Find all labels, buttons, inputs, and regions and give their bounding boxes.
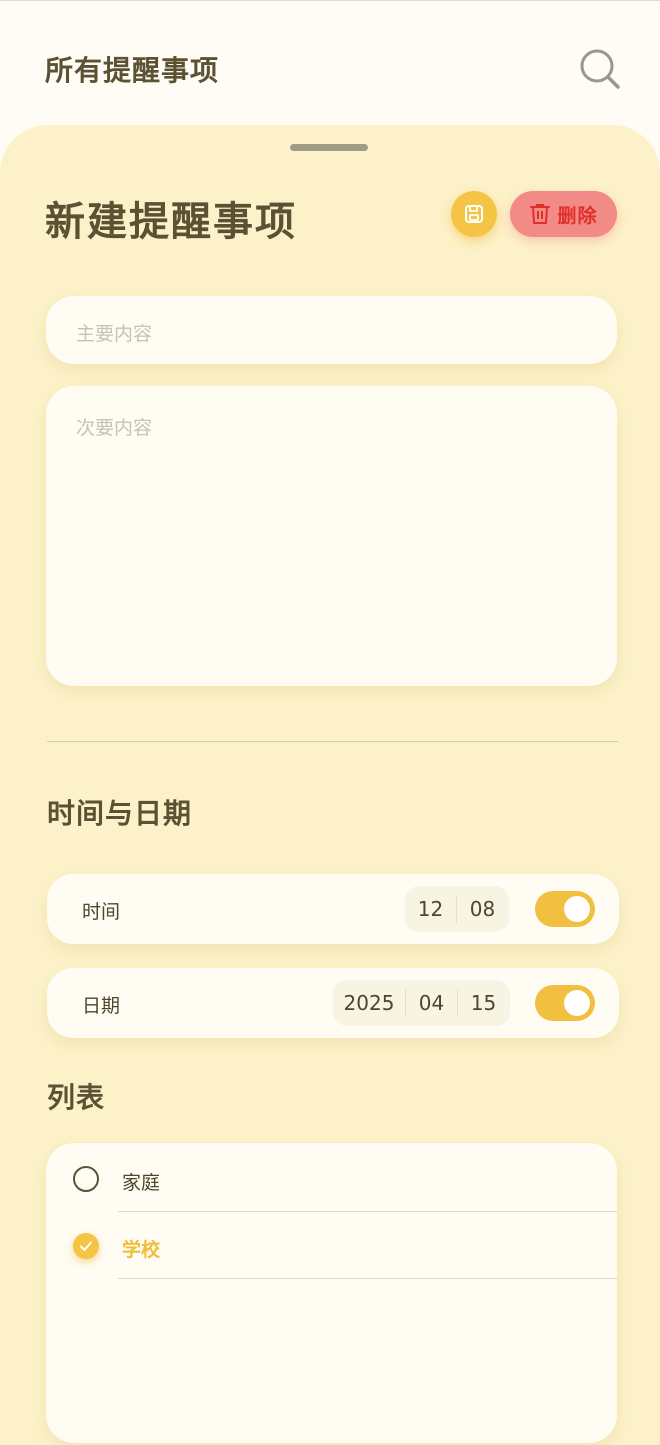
delete-button[interactable]: 删除 — [510, 191, 617, 237]
month-value[interactable]: 04 — [406, 991, 457, 1015]
secondary-content-placeholder: 次要内容 — [76, 417, 153, 439]
time-toggle[interactable] — [535, 891, 595, 927]
main-content-input[interactable]: 主要内容 — [46, 296, 617, 364]
hour-value[interactable]: 12 — [405, 897, 456, 921]
save-icon — [465, 205, 483, 223]
time-row: 时间 12 08 — [47, 874, 619, 944]
divider — [118, 1278, 617, 1279]
time-label: 时间 — [82, 901, 121, 923]
day-value[interactable]: 15 — [458, 991, 509, 1015]
date-label: 日期 — [82, 995, 121, 1017]
year-value[interactable]: 2025 — [333, 991, 405, 1015]
sheet-title: 新建提醒事项 — [45, 199, 297, 245]
list-section-title: 列表 — [47, 1081, 106, 1114]
radio-unchecked-icon[interactable] — [73, 1166, 99, 1192]
toggle-knob — [564, 990, 590, 1016]
list-item-label: 学校 — [122, 1239, 161, 1261]
toggle-knob — [564, 896, 590, 922]
save-button[interactable] — [451, 191, 497, 237]
main-content-placeholder: 主要内容 — [76, 323, 153, 345]
search-button[interactable] — [578, 47, 622, 91]
time-picker[interactable]: 12 08 — [405, 886, 509, 932]
list-card: 家庭 学校 — [46, 1143, 617, 1443]
date-toggle[interactable] — [535, 985, 595, 1021]
list-item-home[interactable]: 家庭 — [46, 1143, 617, 1212]
checkmark-icon[interactable] — [73, 1233, 99, 1259]
new-reminder-sheet: 新建提醒事项 删除 主要内容 次要内容 时间与日期 时间 12 08 日期 20… — [0, 125, 660, 1445]
top-bar: 所有提醒事项 — [0, 0, 660, 130]
minute-value[interactable]: 08 — [457, 897, 508, 921]
search-icon — [580, 49, 620, 89]
datetime-section-title: 时间与日期 — [47, 797, 193, 830]
page-title: 所有提醒事项 — [45, 54, 220, 87]
divider — [47, 741, 618, 742]
date-row: 日期 2025 04 15 — [47, 968, 619, 1038]
delete-label: 删除 — [557, 204, 598, 227]
sheet-drag-handle[interactable] — [290, 144, 368, 151]
list-item-school[interactable]: 学校 — [46, 1212, 617, 1280]
trash-icon — [530, 204, 551, 224]
date-picker[interactable]: 2025 04 15 — [333, 980, 510, 1026]
list-item-label: 家庭 — [122, 1172, 161, 1194]
secondary-content-input[interactable]: 次要内容 — [46, 386, 617, 686]
